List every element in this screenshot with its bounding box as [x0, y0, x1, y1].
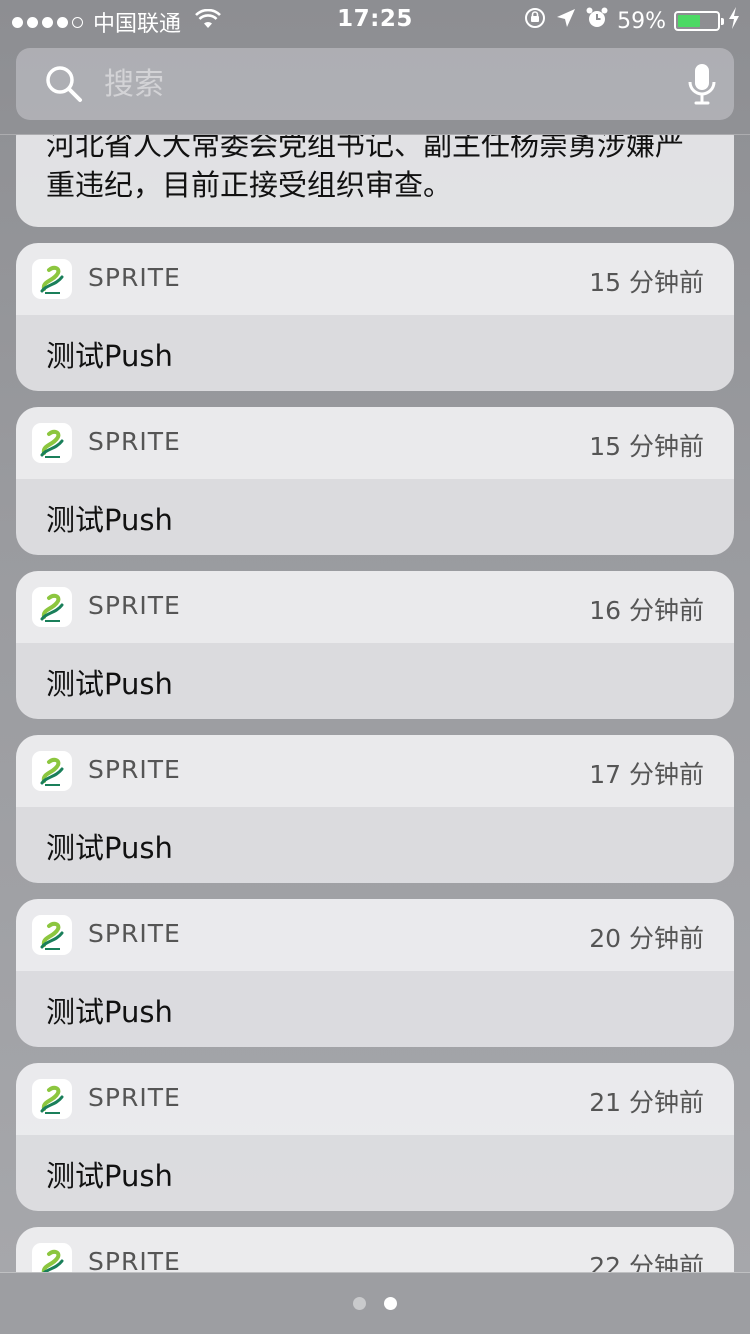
news-notification[interactable]: 河北省人大常委会党组书记、副主任杨崇勇涉嫌严重违纪，目前正接受组织审查。 [16, 134, 734, 227]
notification-time: 15 分钟前 [589, 432, 704, 461]
notification-header: SPRITE 22 分钟前 [16, 1227, 734, 1272]
notification-card[interactable]: SPRITE 21 分钟前 测试Push [16, 1063, 734, 1211]
notification-card[interactable]: SPRITE 16 分钟前 测试Push [16, 571, 734, 719]
notification-body: 测试Push [16, 643, 734, 719]
sprite-logo-icon [32, 587, 72, 627]
notification-header: SPRITE 17 分钟前 [16, 735, 734, 807]
notification-message: 测试Push [46, 667, 173, 701]
notification-message: 测试Push [46, 503, 173, 537]
notification-message: 测试Push [46, 831, 173, 865]
notification-time: 15 分钟前 [589, 268, 704, 297]
notification-message: 测试Push [46, 995, 173, 1029]
sprite-logo-icon [32, 751, 72, 791]
notification-header: SPRITE 20 分钟前 [16, 899, 734, 971]
sprite-logo-icon [32, 1243, 72, 1272]
sprite-logo-icon [32, 915, 72, 955]
notification-card[interactable]: SPRITE 22 分钟前 [16, 1227, 734, 1272]
app-name: SPRITE [88, 427, 181, 456]
notification-header: SPRITE 21 分钟前 [16, 1063, 734, 1135]
notification-card[interactable]: SPRITE 15 分钟前 测试Push [16, 243, 734, 391]
notification-time: 16 分钟前 [589, 596, 704, 625]
microphone-icon[interactable] [688, 62, 716, 110]
notification-body: 测试Push [16, 315, 734, 391]
notification-time: 22 分钟前 [589, 1252, 704, 1272]
location-icon [555, 7, 577, 35]
app-name: SPRITE [88, 263, 181, 292]
notification-card[interactable]: SPRITE 20 分钟前 测试Push [16, 899, 734, 1047]
notification-list[interactable]: 河北省人大常委会党组书记、副主任杨崇勇涉嫌严重违纪，目前正接受组织审查。 SPR… [0, 134, 750, 1272]
page-dot[interactable] [353, 1297, 366, 1310]
app-name: SPRITE [88, 1247, 181, 1272]
notification-time: 21 分钟前 [589, 1088, 704, 1117]
notification-body: 测试Push [16, 479, 734, 555]
notification-header: SPRITE 15 分钟前 [16, 243, 734, 315]
search-icon [44, 64, 84, 108]
notification-body: 测试Push [16, 807, 734, 883]
notification-message: 测试Push [46, 1159, 173, 1193]
app-name: SPRITE [88, 755, 181, 784]
page-indicator[interactable] [0, 1297, 750, 1310]
notification-time: 17 分钟前 [589, 760, 704, 789]
news-text: 河北省人大常委会党组书记、副主任杨崇勇涉嫌严重违纪，目前正接受组织审查。 [46, 134, 685, 202]
search-input[interactable] [104, 62, 664, 106]
sprite-logo-icon [32, 259, 72, 299]
notification-card[interactable]: SPRITE 15 分钟前 测试Push [16, 407, 734, 555]
notification-body: 测试Push [16, 971, 734, 1047]
app-name: SPRITE [88, 591, 181, 620]
alarm-icon [585, 6, 609, 36]
notification-time: 20 分钟前 [589, 924, 704, 953]
status-right: 59% [523, 6, 740, 36]
notification-card[interactable]: SPRITE 17 分钟前 测试Push [16, 735, 734, 883]
battery-icon [674, 11, 724, 31]
sprite-logo-icon [32, 423, 72, 463]
notification-header: SPRITE 15 分钟前 [16, 407, 734, 479]
rotation-lock-icon [523, 6, 547, 36]
app-name: SPRITE [88, 1083, 181, 1112]
charging-icon [728, 7, 740, 35]
battery-percent: 59% [617, 8, 666, 34]
app-name: SPRITE [88, 919, 181, 948]
notification-body: 测试Push [16, 1135, 734, 1211]
search-bar[interactable] [16, 48, 734, 120]
page-indicator-bar [0, 1272, 750, 1334]
notification-message: 测试Push [46, 339, 173, 373]
notification-header: SPRITE 16 分钟前 [16, 571, 734, 643]
page-dot-active[interactable] [384, 1297, 397, 1310]
status-bar: 中国联通 17:25 59% [0, 0, 750, 40]
sprite-logo-icon [32, 1079, 72, 1119]
